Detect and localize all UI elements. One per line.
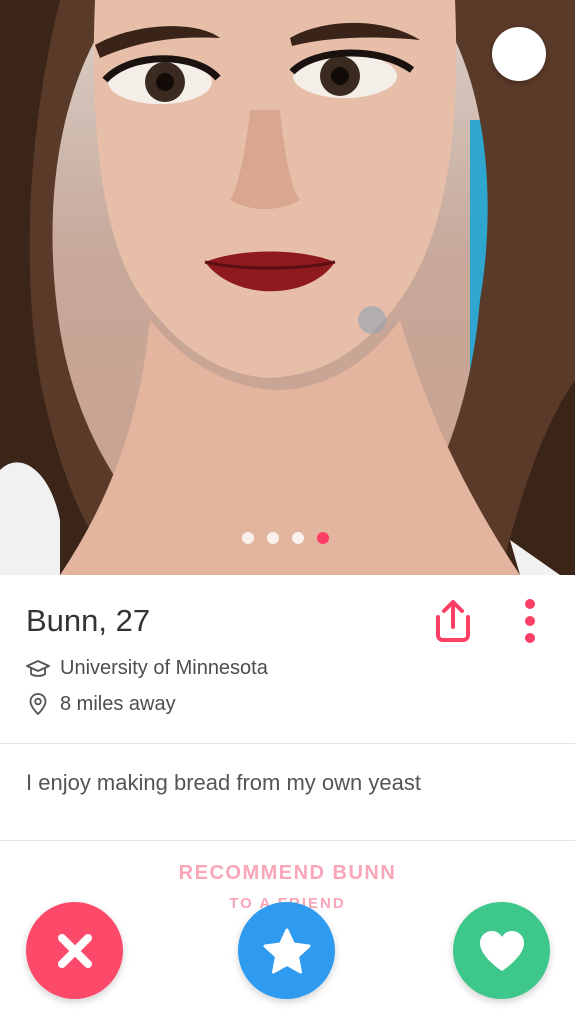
nope-button[interactable] [26, 902, 123, 999]
photo-pagination [242, 532, 329, 544]
share-button[interactable] [430, 597, 476, 643]
heart-icon [479, 930, 524, 971]
close-icon [57, 933, 92, 968]
school-row: University of Minnesota [26, 657, 268, 680]
school-text: University of Minnesota [60, 657, 268, 679]
collapse-profile-button[interactable] [492, 27, 546, 81]
profile-age: , 27 [98, 603, 151, 638]
super-like-button[interactable] [238, 902, 335, 999]
distance-row: 8 miles away [26, 692, 176, 716]
graduation-cap-icon [26, 659, 50, 677]
photo-dot-active[interactable] [317, 532, 329, 544]
location-pin-icon [29, 693, 47, 716]
profile-bio: I enjoy making bread from my own yeast [26, 770, 421, 795]
divider [0, 840, 575, 841]
like-button[interactable] [453, 902, 550, 999]
star-icon [263, 928, 310, 973]
more-options-button[interactable] [520, 597, 540, 647]
profile-name: Bunn [26, 603, 99, 638]
recommend-button[interactable]: RECOMMEND BUNN [0, 862, 575, 885]
photo-dot[interactable] [267, 532, 279, 544]
profile-photo-illustration [0, 0, 575, 575]
more-vertical-icon [525, 599, 535, 643]
profile-name-age: Bunn, 27 [26, 603, 150, 639]
photo-dot[interactable] [242, 532, 254, 544]
profile-photo[interactable] [0, 0, 575, 575]
share-icon [436, 600, 470, 642]
arrow-down-icon [492, 27, 575, 575]
distance-text: 8 miles away [60, 692, 176, 715]
photo-dot[interactable] [292, 532, 304, 544]
divider [0, 743, 575, 744]
